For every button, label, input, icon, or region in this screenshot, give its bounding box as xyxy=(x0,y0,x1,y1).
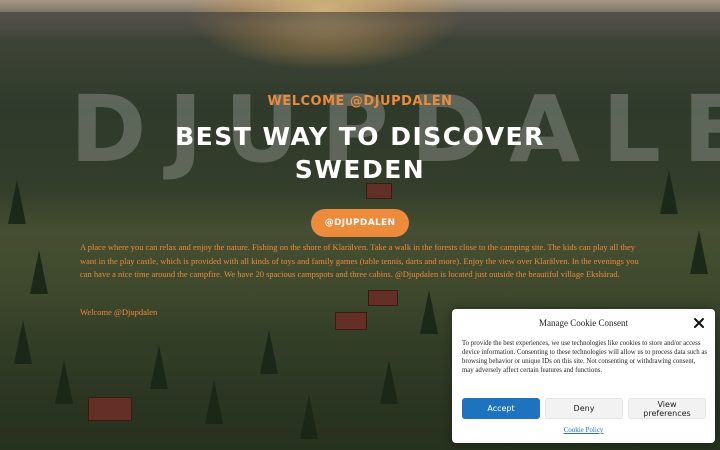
close-icon[interactable] xyxy=(692,316,706,330)
consent-title: Manage Cookie Consent xyxy=(539,318,628,328)
cookie-consent-dialog: Manage Cookie Consent To provide the bes… xyxy=(452,309,715,443)
djupdalen-cta-button[interactable]: @DJUPDALEN xyxy=(311,209,409,237)
cookie-policy-link[interactable]: Cookie Policy xyxy=(452,426,715,434)
accept-button[interactable]: Accept xyxy=(462,398,540,419)
hero-description: A place where you can relax and enjoy th… xyxy=(80,242,639,279)
hero-signature: Welcome @Djupdalen xyxy=(80,307,158,317)
deny-button[interactable]: Deny xyxy=(545,398,623,419)
consent-text: To provide the best experiences, we use … xyxy=(462,340,708,374)
hero-title: BEST WAY TO DISCOVER SWEDEN xyxy=(175,122,545,184)
view-preferences-button[interactable]: View preferences xyxy=(628,398,706,419)
welcome-heading: WELCOME @DJUPDALEN xyxy=(267,94,453,109)
